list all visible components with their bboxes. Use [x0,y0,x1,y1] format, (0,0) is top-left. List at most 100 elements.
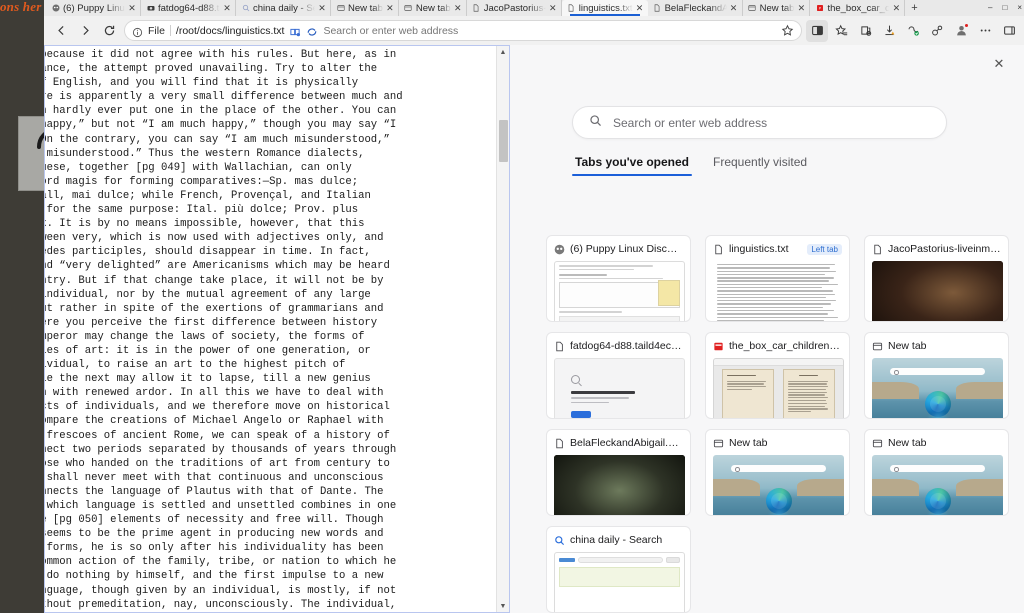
document-icon [554,438,565,449]
profile-icon[interactable] [950,20,972,42]
browser-tab[interactable]: china daily - Search ✕ [236,0,331,16]
tab-close-button[interactable]: ✕ [128,3,136,12]
browser-tab-active[interactable]: linguistics.txt ✕ [561,0,648,16]
downloads-icon[interactable] [878,20,900,42]
card-header: BelaFleckandAbigail.mp4 [554,436,683,450]
tab-card[interactable]: china daily - Search [546,526,691,613]
favorites-icon[interactable] [830,20,852,42]
forward-arrow-icon[interactable] [74,20,96,42]
tab-close-button[interactable]: ✕ [386,3,394,12]
card-title: the_box_car_children19... [729,340,842,352]
tab-title: New tab [415,2,451,14]
newtab-icon [713,438,724,449]
card-header: linguistics.txt Left tab [713,242,842,256]
browser-tab[interactable]: fatdog64-d88.taild4ecf9.ts.net ✕ [141,0,236,16]
url-text[interactable]: /root/docs/linguistics.txt [176,25,285,37]
tab-card[interactable]: New tab [705,429,850,516]
back-arrow-icon[interactable] [50,20,72,42]
tab-close-button[interactable]: ✕ [318,3,326,12]
document-favicon [472,4,481,13]
tab-close-button[interactable]: ✕ [730,3,738,12]
document-icon [872,244,883,255]
tab-title: linguistics.txt [578,2,633,14]
divider [169,25,171,36]
close-icon[interactable]: ✕ [988,53,1010,75]
browser-toolbar: File /root/docs/linguistics.txt Search o… [44,16,1024,45]
tab-close-button[interactable]: ✕ [636,3,644,12]
tab-card[interactable]: BelaFleckandAbigail.mp4 [546,429,691,516]
card-title: BelaFleckandAbigail.mp4 [570,437,683,449]
document-body: Homer, because it did not agree with his… [44,49,403,611]
close-window-button[interactable]: × [1017,4,1022,12]
tab-card[interactable]: linguistics.txt Left tab [705,235,850,322]
tab-card[interactable]: New tab [864,429,1009,516]
tab-close-button[interactable]: ✕ [892,3,901,12]
tab-frequently-visited[interactable]: Frequently visited [710,155,810,176]
browser-essentials-icon[interactable] [902,20,924,42]
tab-title: (6) Puppy Linux Discussion Forum [63,2,125,14]
card-title: china daily - Search [570,534,663,546]
sidebar-toggle-icon[interactable] [998,20,1020,42]
card-thumbnail [872,358,1003,418]
collections-icon[interactable] [854,20,876,42]
tab-card[interactable]: fatdog64-d88.taild4ecf9... [546,332,691,419]
reading-view-icon[interactable] [289,25,301,37]
tab-close-button[interactable]: ✕ [549,3,557,12]
document-scrollbar[interactable]: ▲ ▼ [496,46,509,612]
address-bar[interactable]: File /root/docs/linguistics.txt Search o… [124,20,802,41]
card-title: fatdog64-d88.taild4ecf9... [570,340,683,352]
scroll-down-arrow[interactable]: ▼ [497,600,509,612]
new-tab-button[interactable]: + [905,0,923,16]
tab-card[interactable]: New tab [864,332,1009,419]
card-title: New tab [888,437,927,449]
card-header: New tab [872,339,1001,353]
refresh-icon[interactable] [98,20,120,42]
tab-close-button[interactable]: ✕ [797,3,806,12]
split-screen-icon[interactable] [806,19,828,42]
extensions-icon[interactable] [926,20,948,42]
card-header: the_box_car_children19... [713,339,842,353]
minimize-button[interactable]: – [988,4,992,12]
browser-tab[interactable]: P the_box_car_children1924 ✕ [810,0,906,16]
pdf-favicon: P [815,4,824,13]
browser-tab[interactable]: New tab ✕ [331,0,399,16]
tab-card-grid: (6) Puppy Linux Discussi... linguistics.… [546,235,1016,613]
card-title: New tab [729,437,768,449]
desktop-hint-text: cons her [0,0,42,14]
search-icon-blue [554,535,565,546]
card-header: JacoPastorius-liveinmont... [872,242,1001,256]
tab-tabs-youve-opened[interactable]: Tabs you've opened [572,155,692,176]
tab-close-button[interactable]: ✕ [223,3,231,12]
card-thumbnail [872,261,1003,321]
maximize-button[interactable]: □ [1002,4,1007,12]
browser-tab[interactable]: BelaFleckandAbigail.mp4 ✕ [648,0,743,16]
document-favicon [567,4,576,13]
star-icon[interactable] [781,24,794,37]
search-input[interactable]: Search or enter web address [572,106,947,139]
settings-more-icon[interactable] [974,20,996,42]
tab-title: fatdog64-d88.taild4ecf9.ts.net [158,2,220,14]
text-document-pane[interactable]: Homer, because it did not agree with his… [44,45,510,613]
browser-tab[interactable]: (6) Puppy Linux Discussion Forum ✕ [46,0,141,16]
card-header: New tab [713,436,842,450]
card-thumbnail [713,358,844,418]
tab-card[interactable]: the_box_car_children19... [705,332,850,419]
scrollbar-thumb[interactable] [499,120,508,162]
tab-card[interactable]: (6) Puppy Linux Discussi... [546,235,691,322]
tab-title: the_box_car_children1924 [827,2,890,14]
browser-tab[interactable]: JacoPastorius-liveinmontreal ✕ [467,0,562,16]
browser-tab[interactable]: New tab ✕ [743,0,811,16]
info-circle-icon[interactable] [132,25,143,38]
document-icon [713,244,724,255]
search-favicon [241,4,250,13]
copilot-icon[interactable] [306,25,318,37]
card-thumbnail [713,261,844,321]
tab-close-button[interactable]: ✕ [454,3,462,12]
scroll-up-arrow[interactable]: ▲ [497,46,509,58]
screen: cons her (6) Puppy Linux Discussion Foru… [0,0,1024,613]
notification-badge [964,22,969,28]
tab-title: BelaFleckandAbigail.mp4 [664,2,727,14]
document-favicon [653,4,662,13]
tab-card[interactable]: JacoPastorius-liveinmont... [864,235,1009,322]
browser-tab[interactable]: New tab ✕ [399,0,467,16]
